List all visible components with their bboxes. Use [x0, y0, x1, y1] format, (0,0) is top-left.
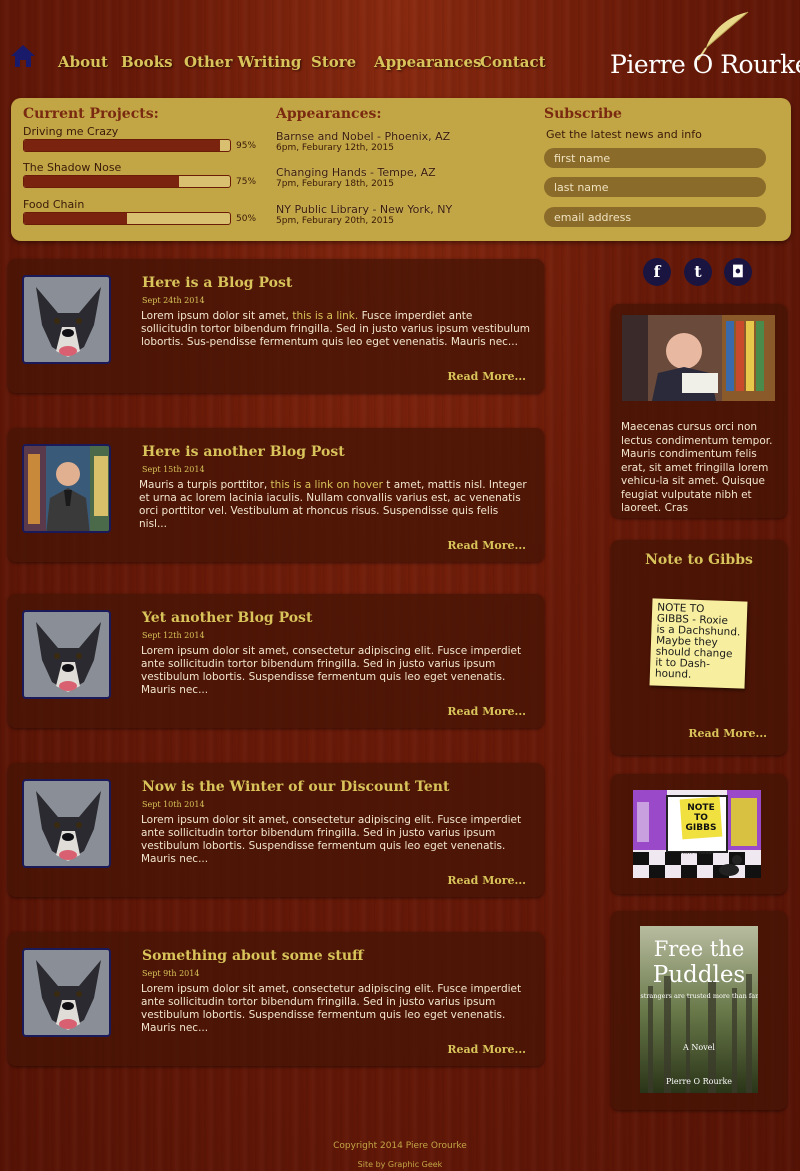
- progress-fill: [24, 176, 179, 187]
- progress-fill: [24, 140, 220, 151]
- post-thumbnail[interactable]: [22, 779, 111, 868]
- appearance-title[interactable]: Barnse and Nobel - Phoenix, AZ: [276, 130, 450, 143]
- read-more-link[interactable]: Read More...: [447, 1043, 526, 1056]
- excerpt-text: Lorem ipsum dolor sit amet,: [141, 310, 293, 322]
- book2-subtitle: A Novel: [682, 1043, 715, 1052]
- post-title[interactable]: Here is another Blog Post: [142, 444, 345, 460]
- post-date: Sept 10th 2014: [142, 800, 205, 809]
- projects-heading: Current Projects:: [23, 106, 159, 122]
- appearance-title[interactable]: Changing Hands - Tempe, AZ: [276, 166, 436, 179]
- last-name-field[interactable]: [544, 177, 766, 197]
- nav-appearances[interactable]: Appearances: [374, 53, 482, 71]
- progress-percent: 75%: [236, 177, 257, 187]
- sticky-note: NOTE TO GIBBS - Roxie is a Dachshund. Ma…: [649, 598, 748, 689]
- blog-post: Here is a Blog Post Sept 24th 2014 Lorem…: [8, 259, 544, 393]
- subscribe-heading: Subscribe: [544, 106, 622, 122]
- appearance-date: 6pm, Feburary 12th, 2015: [276, 143, 394, 153]
- copyright-text: Copyright 2014 Piere Orourke: [333, 1141, 467, 1151]
- post-title[interactable]: Yet another Blog Post: [142, 610, 312, 626]
- post-thumbnail[interactable]: [22, 444, 111, 533]
- read-more-link[interactable]: Read More...: [447, 705, 526, 718]
- progress-bar: [23, 212, 231, 225]
- nav-books[interactable]: Books: [121, 53, 173, 71]
- project-title: Food Chain: [23, 198, 85, 211]
- subscribe-description: Get the latest news and info: [546, 128, 702, 141]
- post-excerpt: Lorem ipsum dolor sit amet, consectetur …: [141, 645, 522, 696]
- post-title[interactable]: Something about some stuff: [142, 948, 364, 964]
- post-excerpt: Lorem ipsum dolor sit amet, consectetur …: [141, 983, 522, 1034]
- progress-bar: [23, 175, 231, 188]
- logo-text: Pierre O Rourke: [610, 50, 800, 79]
- progress-bar: [23, 139, 231, 152]
- info-panel: Current Projects: Driving me Crazy 95% T…: [11, 98, 791, 241]
- post-date: Sept 24th 2014: [142, 296, 205, 305]
- post-excerpt: Mauris a turpis porttitor, this is a lin…: [139, 479, 529, 531]
- inline-link[interactable]: this is a link on hover: [271, 479, 383, 491]
- post-thumbnail[interactable]: [22, 610, 111, 699]
- read-more-link[interactable]: Read More...: [447, 539, 526, 552]
- post-title[interactable]: Here is a Blog Post: [142, 275, 292, 291]
- book2-title: Puddles: [653, 962, 746, 988]
- blog-post: Now is the Winter of our Discount Tent S…: [8, 763, 544, 897]
- author-card: Maecenas cursus orci non lectus condimen…: [611, 304, 787, 518]
- book1-title: GIBBS: [686, 823, 717, 833]
- progress-percent: 50%: [236, 214, 257, 224]
- book-cover-note-to-gibbs[interactable]: NOTE TO GIBBS Pierre O Rourke: [633, 790, 761, 878]
- instagram-icon[interactable]: ◘: [724, 258, 752, 286]
- post-date: Sept 12th 2014: [142, 631, 205, 640]
- project-title: The Shadow Nose: [23, 161, 122, 174]
- excerpt-text: Mauris a turpis porttitor,: [139, 479, 271, 491]
- note-heading: Note to Gibbs: [645, 552, 753, 568]
- nav-other-writing[interactable]: Other Writing: [184, 53, 301, 71]
- book-card: NOTE TO GIBBS Pierre O Rourke: [611, 774, 787, 894]
- post-date: Sept 9th 2014: [142, 969, 200, 978]
- read-more-link[interactable]: Read More...: [447, 370, 526, 383]
- site-logo[interactable]: Pierre O Rourke: [608, 10, 800, 79]
- inline-link[interactable]: this is a link.: [292, 310, 358, 322]
- book1-title: NOTE: [687, 803, 714, 813]
- progress-percent: 95%: [236, 141, 257, 151]
- note-card: Note to Gibbs NOTE TO GIBBS - Roxie is a…: [611, 540, 787, 755]
- post-excerpt: Lorem ipsum dolor sit amet, consectetur …: [141, 814, 522, 865]
- credit-link[interactable]: Site by Graphic Geek: [358, 1160, 443, 1169]
- book-cover-free-the-puddles[interactable]: Free the Puddles When strangers are trus…: [640, 926, 758, 1093]
- blog-post: Here is another Blog Post Sept 15th 2014…: [8, 428, 544, 562]
- nav-store[interactable]: Store: [311, 53, 356, 71]
- appearances-heading: Appearances:: [276, 106, 382, 122]
- book1-author: Pierre O Rourke: [680, 850, 714, 855]
- appearance-title[interactable]: NY Public Library - New York, NY: [276, 203, 452, 216]
- book-card: Free the Puddles When strangers are trus…: [611, 911, 787, 1110]
- post-title[interactable]: Now is the Winter of our Discount Tent: [142, 779, 449, 795]
- appearance-date: 5pm, Feburary 20th, 2015: [276, 216, 394, 226]
- progress-fill: [24, 213, 127, 224]
- blog-post: Yet another Blog Post Sept 12th 2014 Lor…: [8, 594, 544, 728]
- read-more-link[interactable]: Read More...: [688, 727, 767, 740]
- nav-contact[interactable]: Contact: [480, 53, 546, 71]
- post-thumbnail[interactable]: [22, 948, 111, 1037]
- tumblr-icon[interactable]: t: [684, 258, 712, 286]
- book2-author: Pierre O Rourke: [666, 1077, 732, 1086]
- blog-post: Something about some stuff Sept 9th 2014…: [8, 932, 544, 1066]
- appearance-date: 7pm, Feburary 18th, 2015: [276, 179, 394, 189]
- post-thumbnail[interactable]: [22, 275, 111, 364]
- book2-tagline: When strangers are trusted more than fam…: [640, 992, 758, 1000]
- author-blurb: Maecenas cursus orci non lectus condimen…: [621, 421, 773, 514]
- post-excerpt: Lorem ipsum dolor sit amet, this is a li…: [141, 310, 531, 349]
- email-field[interactable]: [544, 207, 766, 227]
- book1-title: TO: [694, 813, 708, 823]
- main-nav: About Books Other Writing Store Appearan…: [0, 0, 800, 95]
- project-title: Driving me Crazy: [23, 125, 119, 138]
- home-icon[interactable]: [9, 42, 37, 70]
- post-date: Sept 15th 2014: [142, 465, 205, 474]
- read-more-link[interactable]: Read More...: [447, 874, 526, 887]
- footer: Copyright 2014 Piere Orourke Site by Gra…: [0, 1141, 800, 1171]
- author-photo: [622, 315, 775, 401]
- nav-about[interactable]: About: [58, 53, 108, 71]
- facebook-icon[interactable]: f: [643, 258, 671, 286]
- first-name-field[interactable]: [544, 148, 766, 168]
- book2-title: Free the: [654, 937, 745, 961]
